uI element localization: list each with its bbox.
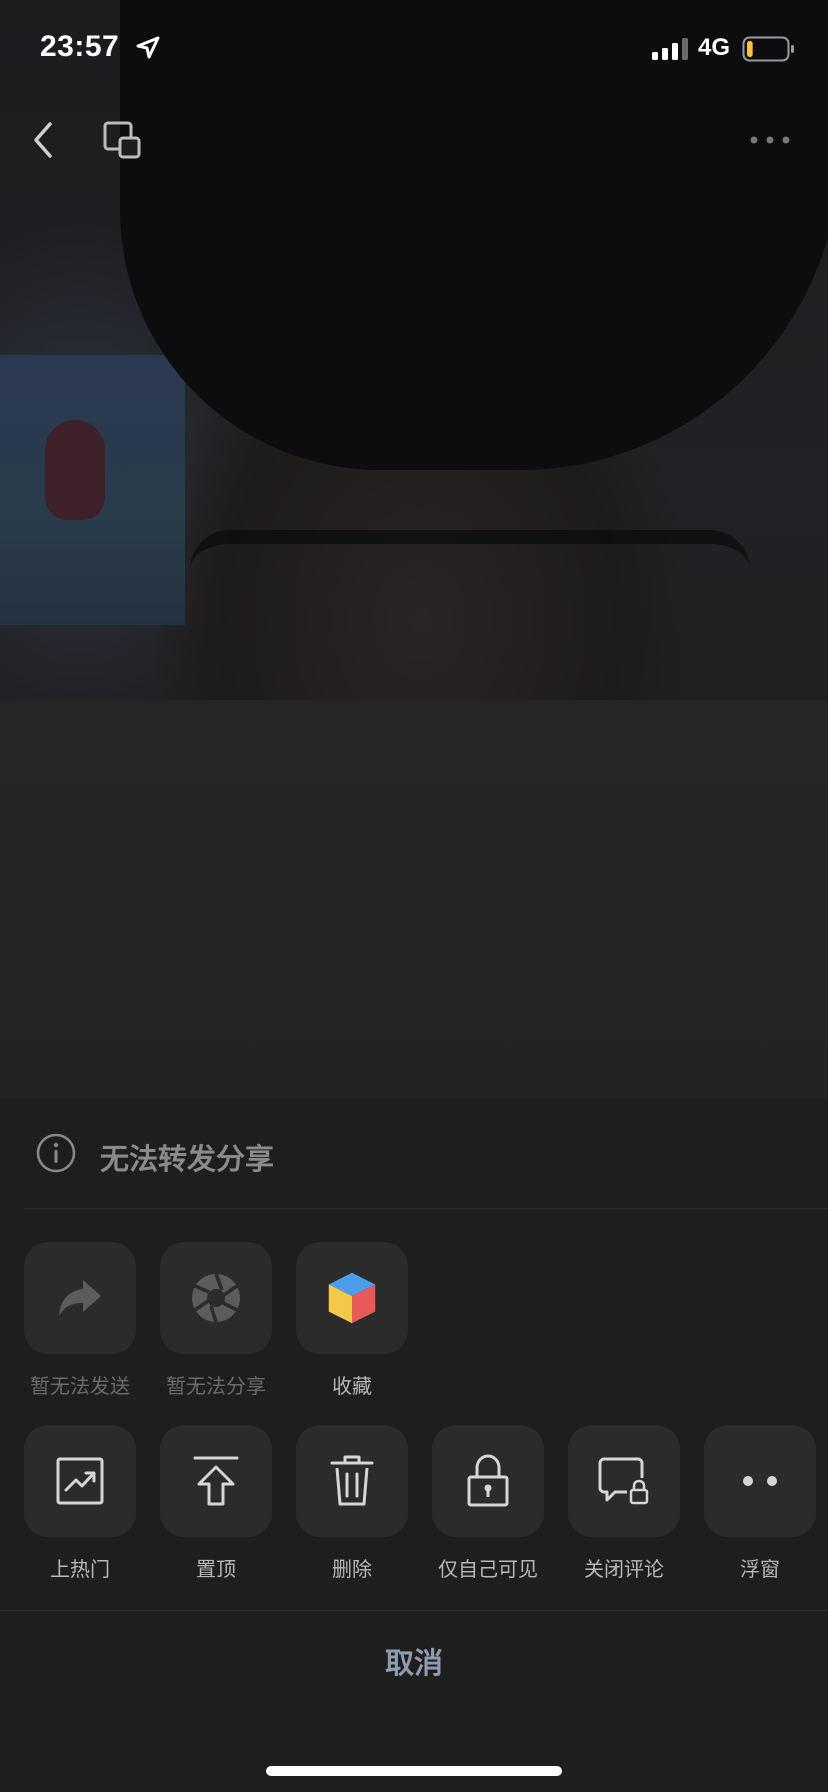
more-dots-icon[interactable] bbox=[748, 130, 792, 150]
float-dots-icon bbox=[743, 1476, 777, 1486]
favorite-button[interactable]: 收藏 bbox=[284, 1242, 420, 1412]
notice-text: 无法转发分享 bbox=[100, 1144, 275, 1176]
close-comments-label: 关闭评论 bbox=[584, 1559, 664, 1581]
status-time: 23:57 bbox=[40, 30, 120, 63]
private-tile[interactable] bbox=[432, 1425, 544, 1537]
divider bbox=[24, 1208, 828, 1209]
lock-icon bbox=[467, 1454, 509, 1507]
trash-icon bbox=[330, 1455, 374, 1506]
battery-icon bbox=[742, 36, 794, 62]
cellular-signal-icon bbox=[652, 38, 688, 60]
trending-tile[interactable] bbox=[24, 1425, 136, 1537]
comment-lock-icon bbox=[598, 1457, 649, 1505]
manage-actions-row: 上热门 置顶 删除 仅自己可见 关闭评论 浮窗 bbox=[0, 1425, 828, 1595]
favorite-label: 收藏 bbox=[332, 1376, 372, 1398]
private-button[interactable]: 仅自己可见 bbox=[420, 1425, 556, 1595]
trending-button[interactable]: 上热门 bbox=[12, 1425, 148, 1595]
send-disabled-button[interactable]: 暂无法发送 bbox=[12, 1242, 148, 1412]
pin-top-label: 置顶 bbox=[196, 1559, 236, 1581]
share-label: 暂无法分享 bbox=[166, 1376, 266, 1398]
video-subject-glasses bbox=[190, 530, 750, 680]
float-window-button[interactable]: 浮窗 bbox=[692, 1425, 828, 1595]
video-frame[interactable] bbox=[0, 0, 828, 1100]
delete-tile[interactable] bbox=[296, 1425, 408, 1537]
pin-top-button[interactable]: 置顶 bbox=[148, 1425, 284, 1595]
delete-label: 删除 bbox=[332, 1559, 372, 1581]
share-tile[interactable] bbox=[160, 1242, 272, 1354]
info-icon bbox=[36, 1133, 76, 1173]
private-label: 仅自己可见 bbox=[438, 1559, 538, 1581]
home-indicator[interactable] bbox=[266, 1766, 562, 1776]
share-action-sheet: 无法转发分享 暂无法发送 暂无法分享 收藏 上热门 置顶 删除 仅自己可见 关闭… bbox=[0, 1098, 828, 1792]
favorite-tile[interactable] bbox=[296, 1242, 408, 1354]
trending-icon bbox=[56, 1457, 104, 1505]
cancel-button[interactable]: 取消 bbox=[0, 1611, 828, 1711]
status-bar: 23:57 4G bbox=[0, 0, 828, 100]
close-comments-tile[interactable] bbox=[568, 1425, 680, 1537]
back-chevron-icon[interactable] bbox=[26, 118, 62, 162]
close-comments-button[interactable]: 关闭评论 bbox=[556, 1425, 692, 1595]
cube-favorite-icon bbox=[327, 1271, 377, 1325]
pin-top-icon bbox=[193, 1456, 239, 1506]
video-subject-shirt bbox=[0, 700, 828, 1100]
poster-figure bbox=[45, 420, 105, 520]
float-window-tile[interactable] bbox=[704, 1425, 816, 1537]
trending-label: 上热门 bbox=[50, 1559, 110, 1581]
floating-window-icon[interactable] bbox=[102, 120, 142, 160]
aperture-icon bbox=[192, 1273, 240, 1323]
pin-top-tile[interactable] bbox=[160, 1425, 272, 1537]
share-arrow-icon bbox=[59, 1280, 101, 1316]
send-tile[interactable] bbox=[24, 1242, 136, 1354]
delete-button[interactable]: 删除 bbox=[284, 1425, 420, 1595]
network-type: 4G bbox=[698, 34, 731, 61]
share-disabled-button[interactable]: 暂无法分享 bbox=[148, 1242, 284, 1412]
share-actions-row: 暂无法发送 暂无法分享 收藏 bbox=[0, 1242, 828, 1412]
location-arrow-icon bbox=[136, 36, 160, 59]
float-window-label: 浮窗 bbox=[740, 1559, 780, 1581]
send-label: 暂无法发送 bbox=[30, 1376, 130, 1398]
share-unavailable-notice: 无法转发分享 bbox=[0, 1098, 828, 1208]
